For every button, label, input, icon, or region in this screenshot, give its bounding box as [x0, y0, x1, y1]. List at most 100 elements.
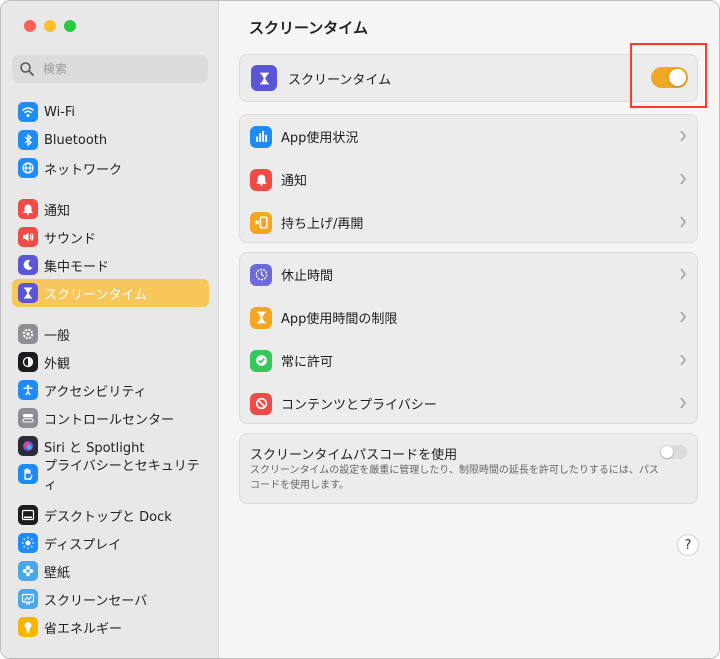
search-field[interactable]: [12, 55, 208, 83]
control-center-icon: [18, 408, 38, 428]
sidebar-item-label: 一般: [44, 328, 71, 344]
zoom-button[interactable]: [64, 20, 76, 32]
bulb-icon: [18, 617, 38, 637]
sidebar-item-wifi[interactable]: Wi-Fi: [12, 98, 209, 126]
sidebar-item-label: サウンド: [44, 231, 97, 247]
sidebar-item-label: Bluetooth: [44, 132, 108, 148]
sidebar-item-label: デスクトップと Dock: [44, 509, 172, 525]
sidebar-item-label: コントロールセンター: [44, 412, 175, 428]
sidebar-group-display: デスクトップと Dock ディスプレイ 壁紙 スクリーンセーバ 省エネルギー: [12, 501, 209, 641]
hourglass-icon: [18, 283, 38, 303]
chevron-right-icon: [680, 130, 686, 142]
sidebar-item-label: Wi-Fi: [44, 104, 76, 120]
row-label: 休止時間: [281, 269, 334, 284]
sidebar-item-displays[interactable]: ディスプレイ: [12, 529, 209, 557]
settings-window: Wi-Fi Bluetooth ネットワーク 通知: [0, 0, 720, 659]
sidebar-item-sound[interactable]: サウンド: [12, 223, 209, 251]
row-label: App使用時間の制限: [281, 312, 398, 327]
row-label: 持ち上げ/再開: [281, 217, 364, 232]
row-content-privacy[interactable]: コンテンツとプライバシー: [240, 382, 697, 425]
close-button[interactable]: [24, 20, 36, 32]
sidebar-item-label: プライバシーとセキュリティ: [44, 459, 200, 493]
sidebar-item-notifications[interactable]: 通知: [12, 195, 209, 223]
help-button[interactable]: ?: [677, 534, 699, 556]
checkmark-shield-icon: [250, 349, 272, 372]
screensaver-icon: [18, 589, 38, 609]
chevron-right-icon: [680, 268, 686, 280]
sidebar-item-screensaver[interactable]: スクリーンセーバ: [12, 585, 209, 613]
sidebar-group-system: 一般 外観 アクセシビリティ コントロールセンター Siri と Spotlig…: [12, 320, 209, 493]
row-downtime[interactable]: 休止時間: [240, 253, 697, 296]
sidebar-group-focus: 通知 サウンド 集中モード スクリーンタイム: [12, 195, 209, 307]
sidebar-item-screen-time[interactable]: スクリーンタイム: [12, 279, 209, 307]
sidebar-item-desktop-dock[interactable]: デスクトップと Dock: [12, 501, 209, 529]
sidebar-item-general[interactable]: 一般: [12, 320, 209, 348]
sidebar-item-label: ディスプレイ: [44, 537, 122, 553]
pickup-icon: [250, 211, 272, 234]
bell-icon: [18, 199, 38, 219]
sidebar-item-bluetooth[interactable]: Bluetooth: [12, 126, 209, 154]
row-app-usage[interactable]: App使用状況: [240, 115, 697, 158]
sidebar-item-energy-saver[interactable]: 省エネルギー: [12, 613, 209, 641]
sidebar-item-privacy-security[interactable]: プライバシーとセキュリティ: [12, 459, 209, 493]
chevron-right-icon: [680, 216, 686, 228]
row-label: 通知: [281, 174, 308, 189]
sidebar-item-label: スクリーンタイム: [44, 287, 148, 303]
limits-group-card: 休止時間 App使用時間の制限 常に許可 コンテンツとプライバシー: [239, 252, 698, 424]
bluetooth-icon: [18, 130, 38, 150]
sidebar-item-label: ネットワーク: [44, 162, 123, 178]
page-title: スクリーンタイム: [249, 19, 368, 37]
passcode-title: スクリーンタイムパスコードを使用: [250, 448, 458, 463]
sidebar-item-accessibility[interactable]: アクセシビリティ: [12, 376, 209, 404]
screen-time-master-label: スクリーンタイム: [288, 72, 392, 88]
sidebar-item-label: アクセシビリティ: [44, 384, 147, 400]
sidebar-item-focus[interactable]: 集中モード: [12, 251, 209, 279]
row-notifications[interactable]: 通知: [240, 158, 697, 201]
passcode-description: スクリーンタイムの設定を厳重に管理したり、制限時間の延長を許可したりするには、パ…: [250, 465, 659, 491]
passcode-toggle[interactable]: [660, 445, 687, 459]
chart-icon: [250, 125, 272, 148]
chevron-right-icon: [680, 397, 686, 409]
sidebar-item-label: 壁紙: [44, 565, 71, 581]
row-label: 常に許可: [281, 355, 334, 370]
sidebar-item-appearance[interactable]: 外観: [12, 348, 209, 376]
row-pickups[interactable]: 持ち上げ/再開: [240, 201, 697, 244]
hand-icon: [18, 464, 38, 484]
bell-icon: [250, 168, 272, 191]
siri-icon: [18, 436, 38, 456]
speaker-icon: [18, 227, 38, 247]
main-pane: スクリーンタイム スクリーンタイム App使用状況 通知 持ち上げ/再開 休止時…: [219, 1, 719, 658]
hourglass-icon: [251, 65, 277, 91]
accessibility-icon: [18, 380, 38, 400]
search-input[interactable]: [41, 61, 205, 77]
chevron-right-icon: [680, 173, 686, 185]
minimize-button[interactable]: [44, 20, 56, 32]
sidebar-item-wallpaper[interactable]: 壁紙: [12, 557, 209, 585]
usage-group-card: App使用状況 通知 持ち上げ/再開: [239, 114, 698, 243]
sun-icon: [18, 533, 38, 553]
row-always-allowed[interactable]: 常に許可: [240, 339, 697, 382]
sidebar-item-network[interactable]: ネットワーク: [12, 154, 209, 182]
downtime-icon: [250, 263, 272, 286]
sidebar-item-label: 外観: [44, 356, 71, 372]
row-label: App使用状況: [281, 131, 359, 146]
hourglass-icon: [250, 306, 272, 329]
sidebar-item-control-center[interactable]: コントロールセンター: [12, 404, 209, 432]
sidebar-group-network: Wi-Fi Bluetooth ネットワーク: [12, 98, 209, 182]
appearance-icon: [18, 352, 38, 372]
search-icon: [20, 62, 34, 76]
passcode-card: スクリーンタイムパスコードを使用 スクリーンタイムの設定を厳重に管理したり、制限…: [239, 433, 698, 504]
toggle-knob: [661, 446, 673, 458]
flower-icon: [18, 561, 38, 581]
window-controls: [24, 20, 76, 32]
chevron-right-icon: [680, 354, 686, 366]
gear-icon: [18, 324, 38, 344]
sidebar-item-label: 集中モード: [44, 259, 110, 275]
moon-icon: [18, 255, 38, 275]
row-app-limits[interactable]: App使用時間の制限: [240, 296, 697, 339]
row-label: コンテンツとプライバシー: [281, 398, 437, 413]
sidebar-item-label: 省エネルギー: [44, 621, 123, 637]
chevron-right-icon: [680, 311, 686, 323]
wifi-icon: [18, 102, 38, 122]
sidebar-item-label: スクリーンセーバ: [44, 593, 148, 609]
